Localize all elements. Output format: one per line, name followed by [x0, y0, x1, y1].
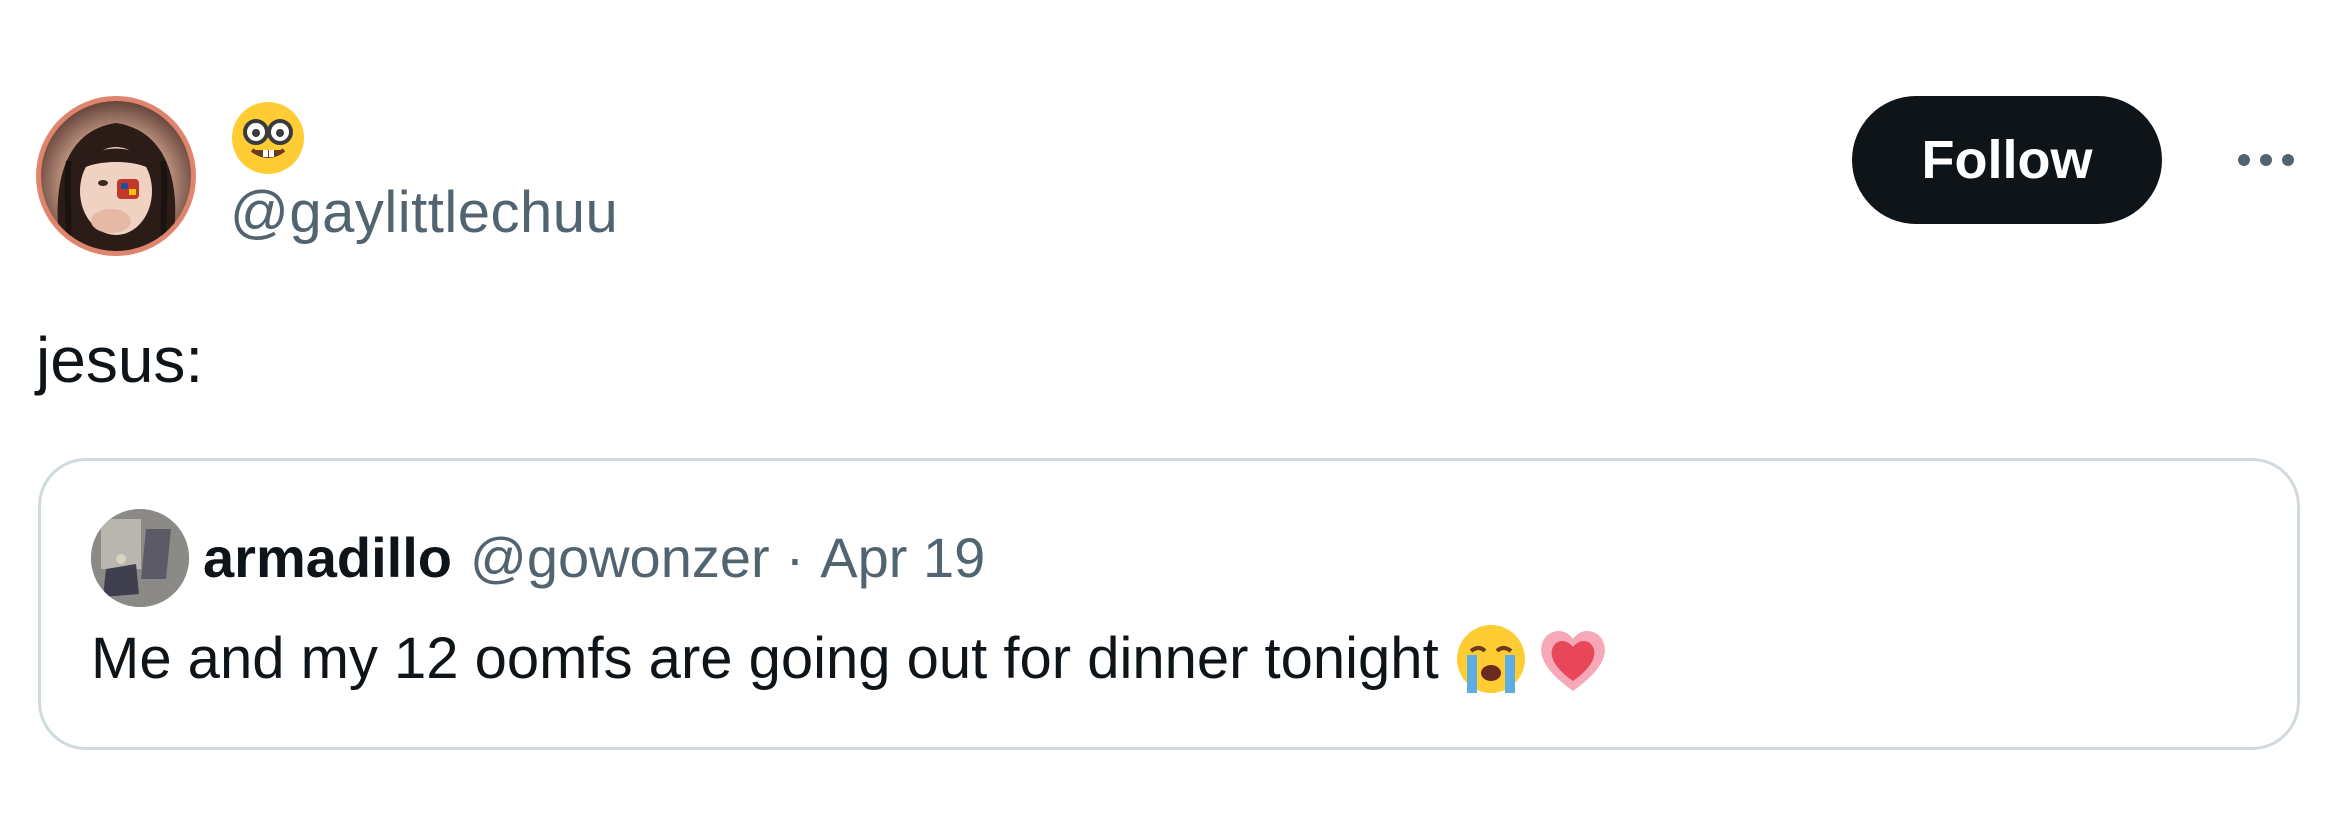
author-avatar[interactable]	[36, 96, 196, 256]
more-options-icon-dot	[2260, 154, 2272, 166]
quoted-avatar-photo	[91, 509, 189, 607]
more-options-icon	[2238, 154, 2250, 166]
author-handle[interactable]: @gaylittlechuu	[230, 178, 618, 248]
follow-button[interactable]: Follow	[1852, 96, 2162, 224]
loudly-crying-face-emoji	[1453, 621, 1529, 697]
quoted-tweet-text: Me and my 12 oomfs are going out for din…	[91, 626, 1439, 691]
header-separator: ·	[785, 525, 805, 589]
quoted-tweet-card[interactable]: armadillo @gowonzer · Apr 19 Me and my 1…	[38, 458, 2300, 750]
more-options-button[interactable]	[2226, 130, 2306, 190]
quoted-author-avatar[interactable]	[91, 509, 189, 607]
quoted-tweet-header: armadillo @gowonzer · Apr 19	[203, 517, 985, 597]
tweet: @gaylittlechuu Follow jesus: armadillo @…	[0, 0, 2336, 836]
quoted-author-name[interactable]: armadillo	[203, 525, 452, 590]
nerd-face-emoji	[230, 100, 306, 176]
more-options-icon-dot	[2282, 154, 2294, 166]
avatar-photo	[57, 123, 176, 251]
quoted-author-handle[interactable]: @gowonzer	[470, 525, 770, 590]
tweet-text: jesus:	[36, 324, 204, 396]
quoted-tweet-text-row: Me and my 12 oomfs are going out for din…	[91, 619, 1611, 699]
quoted-tweet-date[interactable]: Apr 19	[820, 525, 985, 590]
growing-heart-emoji	[1535, 621, 1611, 697]
